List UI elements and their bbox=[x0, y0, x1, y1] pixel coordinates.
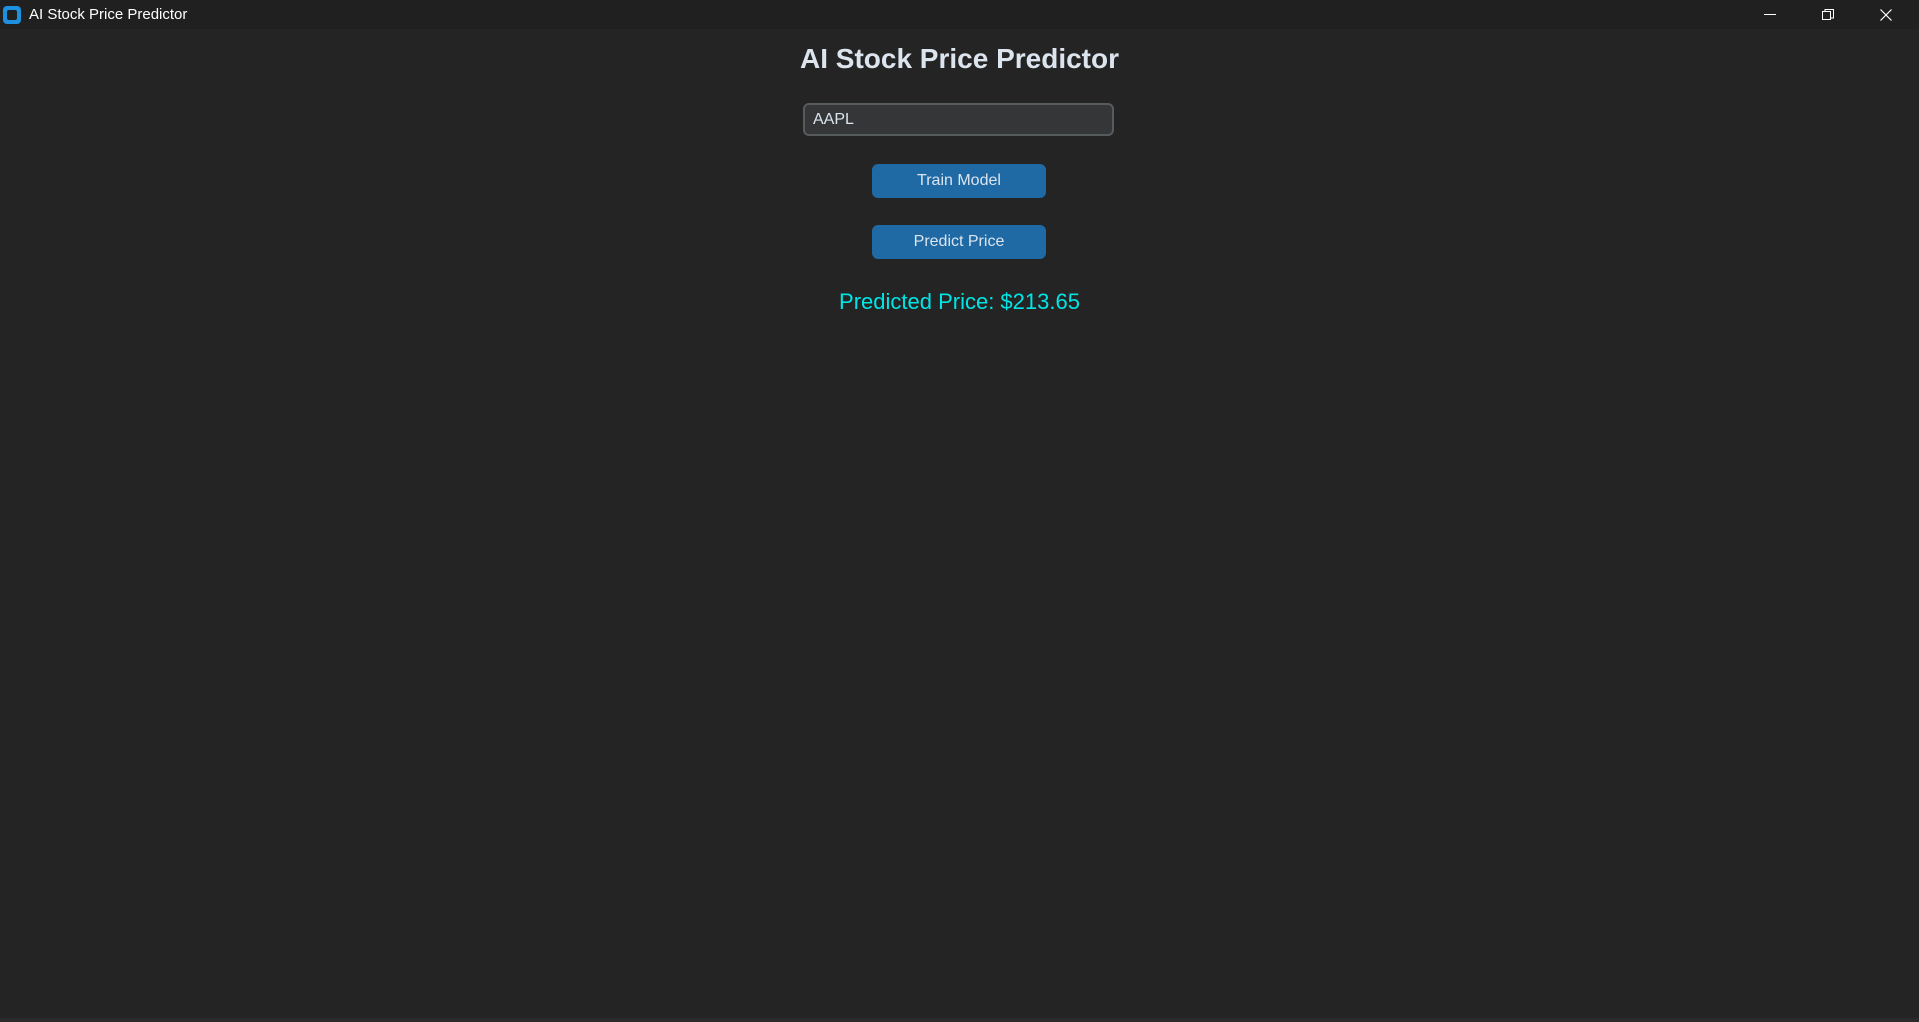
predicted-price-label: Predicted Price: $213.65 bbox=[839, 289, 1080, 314]
restore-button[interactable] bbox=[1799, 0, 1857, 29]
page-title: AI Stock Price Predictor bbox=[799, 43, 1119, 74]
window-title: AI Stock Price Predictor bbox=[29, 6, 188, 23]
close-button[interactable] bbox=[1857, 0, 1915, 29]
minimize-icon bbox=[1764, 14, 1776, 15]
main-content: AI Stock Price Predictor Train Model Pre… bbox=[0, 29, 1919, 1018]
predict-price-button[interactable]: Predict Price bbox=[872, 225, 1046, 259]
app-window: AI Stock Price Predictor AI Stock Price … bbox=[0, 0, 1919, 1022]
window-bottom-border bbox=[0, 1018, 1919, 1022]
train-model-button[interactable]: Train Model bbox=[872, 164, 1046, 198]
title-bar[interactable]: AI Stock Price Predictor bbox=[0, 0, 1919, 29]
restore-icon bbox=[1822, 9, 1834, 20]
ticker-input[interactable] bbox=[803, 103, 1114, 136]
close-icon bbox=[1880, 9, 1892, 21]
minimize-button[interactable] bbox=[1741, 0, 1799, 29]
app-icon bbox=[3, 6, 21, 24]
